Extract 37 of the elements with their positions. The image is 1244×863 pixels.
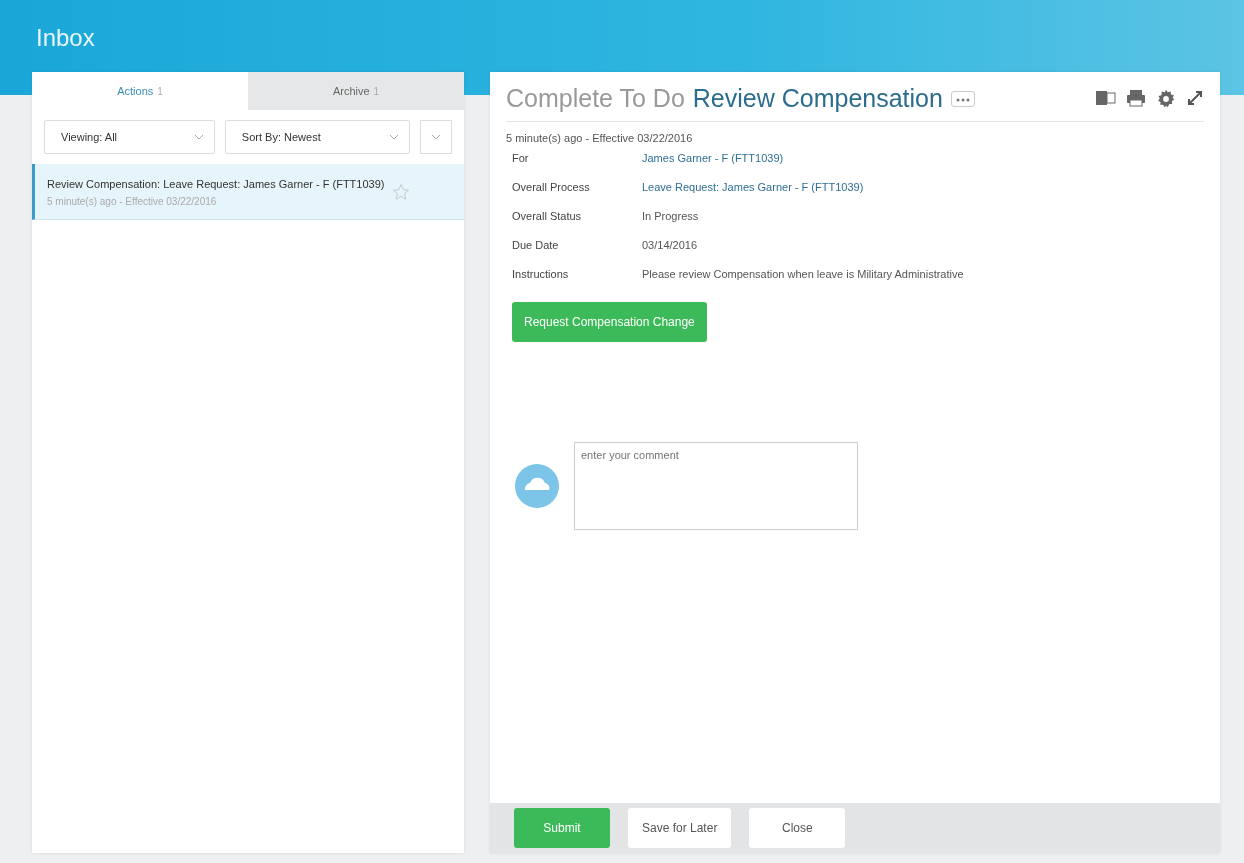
print-icon[interactable]	[1126, 88, 1146, 107]
spreadsheet-icon[interactable]	[1096, 88, 1116, 107]
page-title: Inbox	[35, 23, 96, 53]
comment-field[interactable]: enter your comment	[574, 442, 858, 530]
settings-icon[interactable]	[1156, 88, 1176, 109]
field-label: Overall Status	[512, 210, 583, 222]
field-label: Overall Process	[512, 181, 591, 193]
field-label: For	[512, 152, 530, 164]
chevron-down-icon	[389, 134, 399, 140]
field-value: Please review Compensation when leave is Military Administrative	[642, 268, 965, 280]
field-link[interactable]: Leave Request: James Garner - F (FTT1039)	[642, 181, 1204, 193]
field-link[interactable]: James Garner - F (FTT1039)	[642, 152, 1204, 164]
field-label: Instructions	[512, 268, 570, 280]
avatar-icon	[514, 463, 560, 509]
tab-count: 1	[157, 85, 163, 97]
filter-dropdown[interactable]: Viewing: All	[44, 120, 215, 154]
ellipsis-icon	[955, 98, 970, 102]
field-value: 03/14/2016	[642, 239, 699, 251]
tab-count: 1	[373, 85, 380, 97]
detail-title: Review Compensation	[692, 84, 943, 113]
chevron-down-icon	[431, 134, 441, 140]
item-title: Review Compensation: Leave Request: James Garner - F (FTT1039)	[47, 177, 385, 192]
tab[interactable]: Archive 1	[248, 72, 464, 110]
tab[interactable]: Actions 1	[32, 72, 248, 110]
footer-button[interactable]: Close	[749, 808, 846, 848]
expand-icon[interactable]	[1186, 88, 1204, 107]
field-value: In Progress	[642, 210, 700, 222]
more-button[interactable]	[950, 90, 975, 107]
filter-dropdown[interactable]: Sort By: Newest	[224, 120, 410, 154]
footer-button[interactable]: Save for Later	[628, 808, 732, 848]
detail-meta: 5 minute(s) ago - Effective 03/22/2016	[506, 132, 694, 144]
inbox-item[interactable]: Review Compensation: Leave Request: James Garner - F (FTT1039) 5 minute(s) ago - Effective 03/22/2016	[32, 164, 464, 220]
field-label: Due Date	[512, 239, 560, 251]
star-icon[interactable]	[392, 182, 411, 201]
item-meta: 5 minute(s) ago - Effective 03/22/2016	[47, 196, 218, 207]
detail-prefix: Complete To Do	[506, 84, 685, 113]
chevron-down-icon	[193, 134, 204, 140]
